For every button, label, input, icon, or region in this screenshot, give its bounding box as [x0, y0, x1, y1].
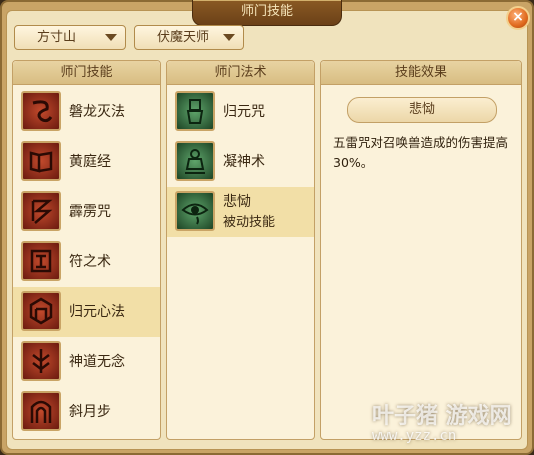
skill-row-selected[interactable]: 归元心法	[13, 287, 160, 337]
sect-spells-panel: 师门法术 归元咒 凝神术 悲恸 被动技能	[166, 60, 315, 440]
skill-name: 符之术	[69, 254, 111, 270]
skill-row[interactable]: 符之术	[13, 237, 160, 287]
chevron-down-icon	[105, 34, 117, 41]
site-watermark: 叶子猪 游戏网 www.yzz.cn	[372, 398, 532, 452]
idol-statue-icon	[175, 91, 215, 131]
skill-row[interactable]: 黄庭经	[13, 137, 160, 187]
open-book-icon	[21, 141, 61, 181]
branch-dropdown-value: 伏魔天师	[157, 30, 210, 45]
watermark-url: www.yzz.cn	[372, 428, 457, 444]
skill-name: 霹雳咒	[69, 204, 111, 220]
talisman-rune-icon	[21, 241, 61, 281]
window-title: 师门技能	[192, 0, 342, 26]
skill-row[interactable]: 霹雳咒	[13, 187, 160, 237]
spell-name: 凝神术	[223, 154, 265, 170]
skill-row[interactable]: 磐龙灭法	[13, 87, 160, 137]
skill-name: 黄庭经	[69, 154, 111, 170]
weeping-eye-icon	[175, 191, 215, 231]
sect-spells-header: 师门法术	[167, 61, 314, 85]
sect-skills-header: 师门技能	[13, 61, 160, 85]
skill-effect-panel: 技能效果 悲恸 五雷咒对召唤兽造成的伤害提高30%。	[320, 60, 522, 440]
effect-description: 五雷咒对召唤兽造成的伤害提高30%。	[333, 135, 509, 170]
sect-dropdown[interactable]: 方寸山	[14, 25, 126, 50]
watermark-logo: 叶子猪 游戏网	[372, 404, 512, 429]
close-icon: ×	[512, 9, 524, 25]
skill-row[interactable]: 斜月步	[13, 387, 160, 437]
skill-name: 神道无念	[69, 354, 125, 370]
effect-title: 悲恸	[347, 97, 497, 123]
skill-row[interactable]: 神道无念	[13, 337, 160, 387]
spell-name: 归元咒	[223, 104, 265, 120]
skill-effect-header: 技能效果	[321, 61, 521, 85]
tree-rune-icon	[21, 341, 61, 381]
chevron-down-icon	[223, 34, 235, 41]
spell-row-selected[interactable]: 悲恸 被动技能	[167, 187, 314, 237]
branch-dropdown[interactable]: 伏魔天师	[134, 25, 244, 50]
skill-name: 磐龙灭法	[69, 104, 125, 120]
skill-name: 斜月步	[69, 404, 111, 420]
coiled-dragon-icon	[21, 91, 61, 131]
crescent-step-icon	[21, 391, 61, 431]
skill-name: 归元心法	[69, 304, 125, 320]
spell-row[interactable]: 归元咒	[167, 87, 314, 137]
spell-row[interactable]: 凝神术	[167, 137, 314, 187]
spell-name: 悲恸	[223, 194, 251, 210]
sect-dropdown-value: 方寸山	[37, 30, 77, 45]
armor-rune-icon	[21, 291, 61, 331]
spell-subtitle: 被动技能	[223, 215, 276, 230]
lightning-rune-icon	[21, 191, 61, 231]
close-button[interactable]: ×	[506, 6, 530, 30]
sect-skills-panel: 师门技能 磐龙灭法 黄庭经 霹雳咒 符之术 归元心法 神道无念 斜月步	[12, 60, 161, 440]
bell-figure-icon	[175, 141, 215, 181]
